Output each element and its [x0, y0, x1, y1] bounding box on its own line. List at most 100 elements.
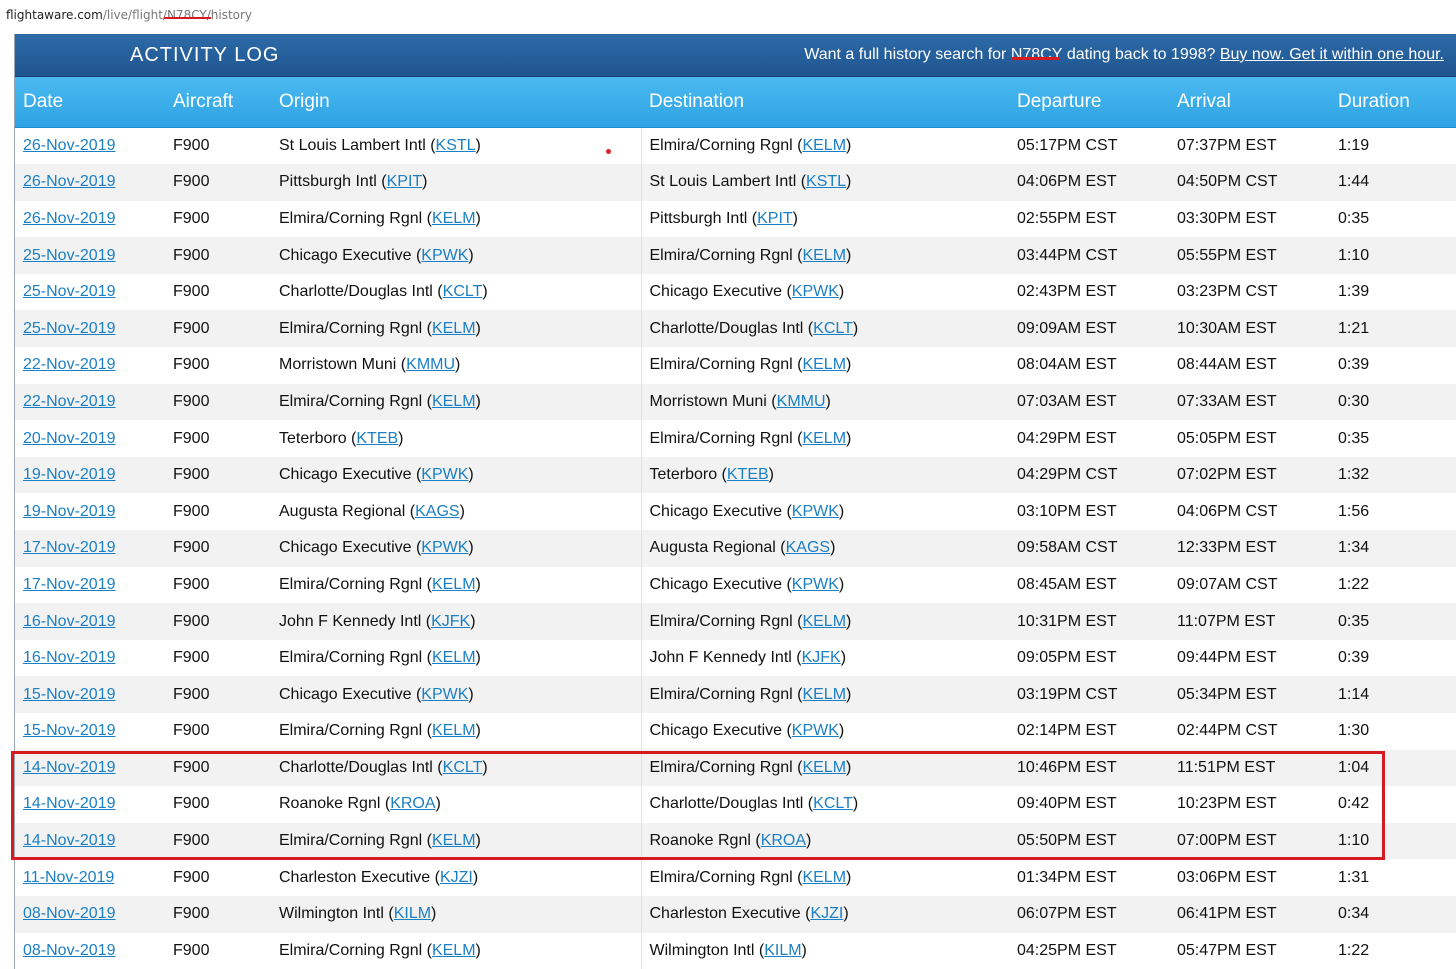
destination-cell: Augusta Regional (KAGS) — [641, 530, 1009, 567]
origin-code-link[interactable]: KPWK — [421, 247, 468, 264]
destination-code-link[interactable]: KPWK — [792, 722, 839, 739]
date-link[interactable]: 26-Nov-2019 — [23, 210, 116, 227]
destination-code-link[interactable]: KELM — [802, 686, 846, 703]
origin-code-link[interactable]: KTEB — [356, 430, 398, 447]
arrival-cell: 09:07AM CST — [1169, 566, 1330, 604]
date-link[interactable]: 14-Nov-2019 — [23, 795, 116, 812]
destination-code-link[interactable]: KILM — [764, 942, 801, 959]
destination-code-link[interactable]: KELM — [802, 137, 846, 154]
origin-code-link[interactable]: KPIT — [387, 173, 423, 190]
origin-code-link[interactable]: KSTL — [436, 137, 476, 154]
destination-code-link[interactable]: KELM — [802, 869, 846, 886]
origin-code-link[interactable]: KPWK — [421, 539, 468, 556]
destination-code-link[interactable]: KJZI — [810, 905, 843, 922]
duration-cell: 1:22 — [1330, 932, 1456, 969]
table-row: 17-Nov-2019 F900 Elmira/Corning Rgnl (KELM… — [15, 566, 1456, 604]
duration-cell: 1:21 — [1330, 310, 1456, 348]
origin-name: Elmira/Corning Rgnl — [279, 649, 423, 667]
origin-code-link[interactable]: KMMU — [406, 356, 455, 373]
origin-code-link[interactable]: KPWK — [421, 466, 468, 483]
aircraft-cell: F900 — [165, 347, 271, 384]
date-link[interactable]: 16-Nov-2019 — [23, 613, 116, 630]
date-link[interactable]: 25-Nov-2019 — [23, 320, 116, 337]
date-link[interactable]: 26-Nov-2019 — [23, 173, 116, 190]
origin-code-link[interactable]: KILM — [394, 905, 431, 922]
destination-code-link[interactable]: KELM — [802, 759, 846, 776]
destination-code-link[interactable]: KELM — [802, 613, 846, 630]
date-link[interactable]: 17-Nov-2019 — [23, 539, 116, 556]
destination-code-link[interactable]: KCLT — [813, 320, 853, 337]
duration-cell: 0:35 — [1330, 603, 1456, 640]
column-header-origin[interactable]: Origin — [271, 77, 641, 128]
date-cell: 14-Nov-2019 — [15, 822, 165, 860]
destination-code-link[interactable]: KMMU — [777, 393, 826, 410]
date-link[interactable]: 22-Nov-2019 — [23, 356, 116, 373]
arrival-cell: 04:50PM CST — [1169, 164, 1330, 201]
column-header-duration[interactable]: Duration — [1330, 77, 1456, 128]
destination-code-link[interactable]: KPWK — [792, 503, 839, 520]
destination-code-link[interactable]: KTEB — [727, 466, 769, 483]
column-header-date[interactable]: Date — [15, 77, 165, 128]
origin-code-link[interactable]: KPWK — [421, 686, 468, 703]
date-link[interactable]: 20-Nov-2019 — [23, 430, 116, 447]
origin-code-link[interactable]: KROA — [390, 795, 435, 812]
destination-name: St Louis Lambert Intl — [649, 173, 797, 191]
origin-code-link[interactable]: KELM — [432, 320, 476, 337]
date-link[interactable]: 14-Nov-2019 — [23, 759, 116, 776]
column-header-destination[interactable]: Destination — [641, 77, 1009, 128]
address-bar[interactable]: flightaware.com/live/flight/N78CY/histor… — [0, 0, 1456, 32]
date-link[interactable]: 25-Nov-2019 — [23, 283, 116, 300]
origin-cell: Elmira/Corning Rgnl (KELM) — [271, 639, 642, 677]
date-link[interactable]: 17-Nov-2019 — [23, 576, 116, 593]
destination-code-link[interactable]: KROA — [761, 832, 806, 849]
origin-code-link[interactable]: KCLT — [443, 759, 483, 776]
column-header-row: Date Aircraft Origin Destination Departu… — [15, 77, 1456, 128]
origin-code-link[interactable]: KAGS — [415, 503, 459, 520]
date-link[interactable]: 19-Nov-2019 — [23, 503, 116, 520]
column-header-arrival[interactable]: Arrival — [1169, 77, 1330, 128]
origin-code-link[interactable]: KELM — [432, 576, 476, 593]
date-cell: 14-Nov-2019 — [15, 786, 165, 823]
origin-code-link[interactable]: KELM — [432, 210, 476, 227]
date-link[interactable]: 25-Nov-2019 — [23, 247, 116, 264]
departure-cell: 10:46PM EST — [1009, 749, 1169, 787]
date-link[interactable]: 08-Nov-2019 — [23, 905, 116, 922]
column-header-departure[interactable]: Departure — [1009, 77, 1169, 128]
destination-code-link[interactable]: KSTL — [806, 173, 846, 190]
origin-code-link[interactable]: KELM — [432, 942, 476, 959]
destination-code-link[interactable]: KCLT — [813, 795, 853, 812]
destination-code-link[interactable]: KPIT — [757, 210, 793, 227]
buy-now-link[interactable]: Buy now. Get it within one hour. — [1220, 46, 1444, 63]
date-link[interactable]: 14-Nov-2019 — [23, 832, 116, 849]
table-row: 14-Nov-2019 F900 Charlotte/Douglas Intl (K… — [15, 749, 1456, 787]
destination-code-link[interactable]: KPWK — [792, 283, 839, 300]
destination-code-link[interactable]: KELM — [802, 247, 846, 264]
aircraft-cell: F900 — [165, 932, 271, 969]
duration-cell: 0:39 — [1330, 639, 1456, 677]
origin-code-link[interactable]: KJFK — [431, 613, 470, 630]
destination-name: Charleston Executive — [649, 905, 801, 923]
destination-code-link[interactable]: KAGS — [786, 539, 830, 556]
date-link[interactable]: 22-Nov-2019 — [23, 393, 116, 410]
destination-code-link[interactable]: KPWK — [792, 576, 839, 593]
date-link[interactable]: 11-Nov-2019 — [23, 869, 114, 886]
date-link[interactable]: 15-Nov-2019 — [23, 686, 116, 703]
date-link[interactable]: 26-Nov-2019 — [23, 137, 116, 154]
destination-name: Roanoke Rgnl — [649, 832, 751, 850]
origin-code-link[interactable]: KELM — [432, 832, 476, 849]
column-header-aircraft[interactable]: Aircraft — [165, 77, 271, 128]
origin-code-link[interactable]: KELM — [432, 649, 476, 666]
origin-code-link[interactable]: KELM — [432, 393, 476, 410]
date-link[interactable]: 08-Nov-2019 — [23, 942, 116, 959]
date-cell: 11-Nov-2019 — [15, 859, 165, 896]
date-link[interactable]: 19-Nov-2019 — [23, 466, 116, 483]
destination-code-link[interactable]: KELM — [802, 430, 846, 447]
origin-code-link[interactable]: KCLT — [443, 283, 483, 300]
date-link[interactable]: 16-Nov-2019 — [23, 649, 116, 666]
destination-code-link[interactable]: KJFK — [802, 649, 841, 666]
origin-code-link[interactable]: KELM — [432, 722, 476, 739]
destination-name: Pittsburgh Intl — [649, 209, 748, 227]
origin-code-link[interactable]: KJZI — [440, 869, 473, 886]
destination-code-link[interactable]: KELM — [802, 356, 846, 373]
date-link[interactable]: 15-Nov-2019 — [23, 722, 116, 739]
